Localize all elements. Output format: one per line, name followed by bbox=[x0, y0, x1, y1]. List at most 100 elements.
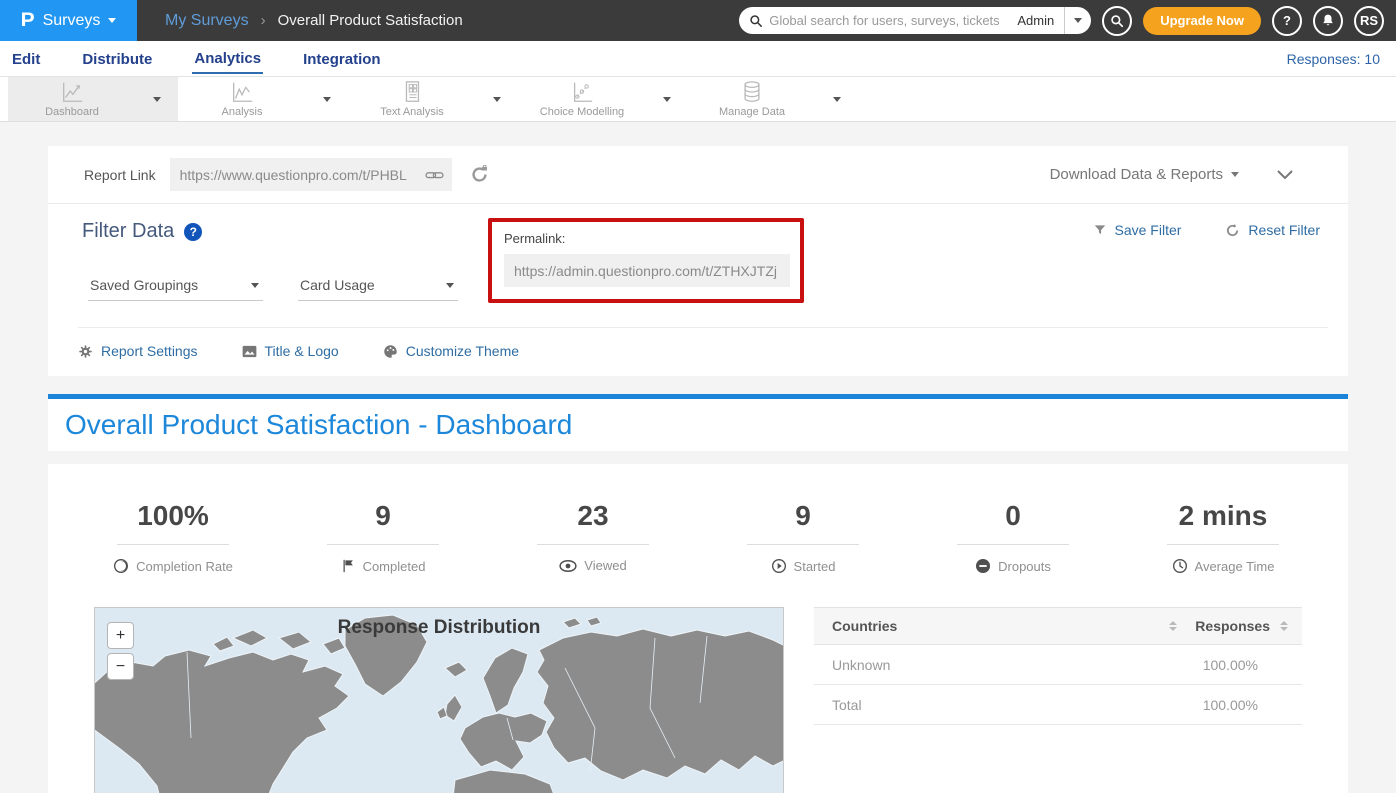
minus-circle-icon bbox=[975, 558, 991, 574]
report-link-label: Report Link bbox=[84, 167, 156, 183]
stat-completion-rate: 100% Completion Rate bbox=[68, 500, 278, 574]
refresh-icon bbox=[1225, 223, 1240, 238]
chevron-down-icon bbox=[251, 283, 259, 288]
countries-table-header: Countries Responses bbox=[814, 607, 1302, 645]
permalink-input[interactable] bbox=[514, 263, 782, 279]
survey-nav: Edit Distribute Analytics Integration Re… bbox=[0, 41, 1396, 77]
response-distribution-map[interactable]: Response Distribution + − bbox=[94, 607, 784, 793]
chevron-down-icon bbox=[108, 18, 116, 23]
image-icon bbox=[242, 345, 257, 358]
surveys-product-menu[interactable]: P Surveys bbox=[0, 0, 137, 41]
analytics-toolbar: Dashboard Analysis Text Analysis Choice … bbox=[0, 77, 1396, 122]
permalink-highlight-box: Permalink: bbox=[488, 218, 804, 303]
manage-data-dropdown-caret[interactable] bbox=[816, 97, 858, 102]
toolbar-tab-choice-modelling[interactable]: Choice Modelling bbox=[518, 77, 688, 121]
page-title: Overall Product Satisfaction - Dashboard bbox=[65, 409, 572, 441]
search-scope-dropdown[interactable] bbox=[1064, 7, 1091, 34]
eye-icon bbox=[559, 559, 577, 573]
map-zoom-in-button[interactable]: + bbox=[107, 622, 134, 649]
saved-groupings-value: Saved Groupings bbox=[90, 277, 198, 293]
global-search: Admin bbox=[739, 7, 1091, 34]
responses-column-header[interactable]: Responses bbox=[1195, 618, 1270, 634]
title-logo-link[interactable]: Title & Logo bbox=[242, 343, 339, 359]
notifications-button[interactable] bbox=[1313, 6, 1343, 36]
global-search-input[interactable] bbox=[769, 13, 1007, 28]
search-button[interactable] bbox=[1102, 6, 1132, 36]
toolbar-tab-label: Text Analysis bbox=[380, 106, 444, 118]
tab-edit[interactable]: Edit bbox=[10, 44, 42, 73]
choice-modelling-dropdown-caret[interactable] bbox=[646, 97, 688, 102]
tab-integration[interactable]: Integration bbox=[301, 44, 383, 73]
play-circle-icon bbox=[771, 558, 787, 574]
stat-completed: 9 Completed bbox=[278, 500, 488, 574]
analysis-chart-icon bbox=[229, 80, 255, 104]
map-title: Response Distribution bbox=[95, 617, 783, 639]
countries-column-header[interactable]: Countries bbox=[832, 618, 897, 634]
permalink-field bbox=[504, 254, 790, 287]
breadcrumb: My Surveys › Overall Product Satisfactio… bbox=[165, 12, 463, 30]
tab-distribute[interactable]: Distribute bbox=[80, 44, 154, 73]
table-row: Unknown 100.00% bbox=[814, 645, 1302, 685]
search-icon bbox=[1110, 14, 1124, 28]
download-data-reports-label: Download Data & Reports bbox=[1050, 166, 1223, 183]
dotted-chart-icon bbox=[569, 80, 595, 104]
sort-icon[interactable] bbox=[1169, 621, 1177, 631]
toolbar-tab-label: Analysis bbox=[222, 106, 263, 118]
table-row: Total 100.00% bbox=[814, 685, 1302, 725]
stat-value: 2 mins bbox=[1118, 500, 1328, 532]
text-analysis-dropdown-caret[interactable] bbox=[476, 97, 518, 102]
document-grid-icon bbox=[399, 80, 425, 104]
stat-label: Started bbox=[794, 559, 836, 574]
link-icon[interactable] bbox=[425, 168, 444, 182]
report-link-input[interactable] bbox=[180, 167, 425, 183]
analysis-dropdown-caret[interactable] bbox=[306, 97, 348, 102]
stat-label: Completion Rate bbox=[136, 559, 233, 574]
responses-count: Responses: 10 bbox=[1287, 51, 1380, 67]
contrast-circle-icon bbox=[113, 558, 129, 574]
report-settings-link[interactable]: Report Settings bbox=[78, 343, 198, 359]
secure-report-lock-icon[interactable] bbox=[470, 165, 489, 184]
stat-label: Viewed bbox=[584, 558, 626, 573]
search-icon bbox=[749, 14, 763, 28]
report-filter-card: Report Link Download Data & Reports Filt… bbox=[48, 146, 1348, 376]
collapse-panel-chevron[interactable] bbox=[1277, 170, 1293, 180]
reset-filter-label: Reset Filter bbox=[1248, 222, 1320, 238]
download-data-reports-menu[interactable]: Download Data & Reports bbox=[1050, 166, 1239, 183]
stat-value: 100% bbox=[68, 500, 278, 532]
stat-label: Dropouts bbox=[998, 559, 1051, 574]
chevron-down-icon bbox=[446, 283, 454, 288]
responses-cell: 100.00% bbox=[1203, 697, 1258, 713]
toolbar-tab-analysis[interactable]: Analysis bbox=[178, 77, 348, 121]
survey-stats-row: 100% Completion Rate 9 Completed 23 View… bbox=[48, 500, 1348, 574]
filter-help-icon[interactable]: ? bbox=[184, 223, 202, 241]
breadcrumb-my-surveys[interactable]: My Surveys bbox=[165, 12, 249, 30]
countries-table: Countries Responses Unknown 100.00% Tota… bbox=[814, 607, 1302, 793]
filter-data-heading: Filter Data bbox=[82, 220, 174, 243]
toolbar-tab-text-analysis[interactable]: Text Analysis bbox=[348, 77, 518, 121]
reset-filter-button[interactable]: Reset Filter bbox=[1225, 222, 1320, 238]
save-filter-button[interactable]: Save Filter bbox=[1093, 222, 1182, 238]
permalink-label: Permalink: bbox=[504, 231, 788, 246]
tab-analytics[interactable]: Analytics bbox=[192, 43, 263, 74]
toolbar-tab-dashboard[interactable]: Dashboard bbox=[8, 77, 178, 121]
card-usage-select[interactable]: Card Usage bbox=[298, 273, 458, 301]
customize-theme-label: Customize Theme bbox=[406, 343, 519, 359]
dashboard-content-card: 100% Completion Rate 9 Completed 23 View… bbox=[48, 464, 1348, 793]
help-button[interactable]: ? bbox=[1272, 6, 1302, 36]
map-zoom-out-button[interactable]: − bbox=[107, 653, 134, 680]
stat-value: 0 bbox=[908, 500, 1118, 532]
toolbar-tab-manage-data[interactable]: Manage Data bbox=[688, 77, 858, 121]
funnel-icon bbox=[1093, 223, 1107, 237]
chevron-down-icon bbox=[1231, 172, 1239, 177]
customize-theme-link[interactable]: Customize Theme bbox=[383, 343, 519, 359]
sort-icon[interactable] bbox=[1280, 621, 1288, 631]
saved-groupings-select[interactable]: Saved Groupings bbox=[88, 273, 263, 301]
dashboard-dropdown-caret[interactable] bbox=[136, 97, 178, 102]
upgrade-now-button[interactable]: Upgrade Now bbox=[1143, 7, 1261, 35]
stat-started: 9 Started bbox=[698, 500, 908, 574]
avatar[interactable]: RS bbox=[1354, 6, 1384, 36]
line-chart-icon bbox=[59, 80, 85, 104]
product-name: Surveys bbox=[43, 12, 101, 30]
report-settings-label: Report Settings bbox=[101, 343, 198, 359]
stat-value: 9 bbox=[278, 500, 488, 532]
